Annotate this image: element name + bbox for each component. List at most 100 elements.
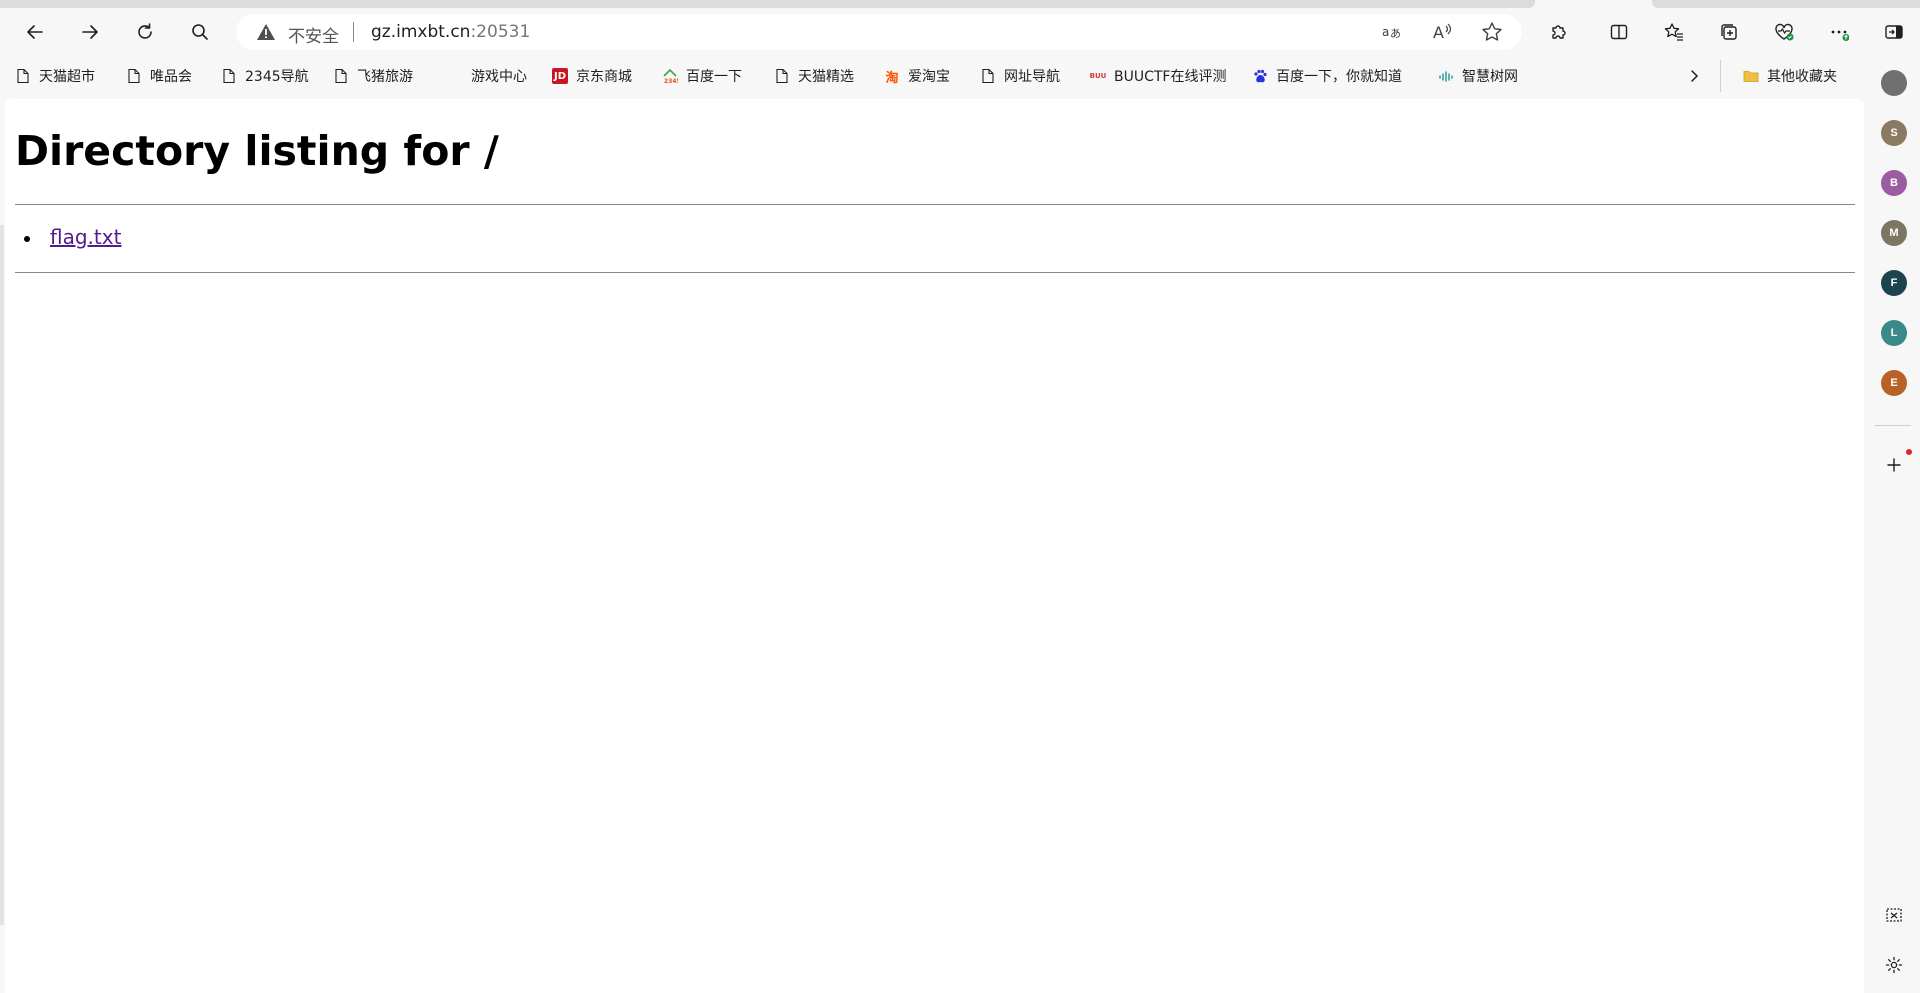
notification-dot	[1906, 449, 1912, 455]
sidebar-app-e[interactable]: E	[1881, 370, 1907, 396]
svg-text:A: A	[1433, 23, 1444, 42]
plus-icon	[1887, 458, 1901, 472]
page-content: Directory listing for / flag.txt	[5, 99, 1864, 993]
collections-icon	[1721, 24, 1737, 40]
sidebar-divider	[1875, 425, 1911, 426]
browser-essentials-button[interactable]	[1766, 16, 1802, 48]
heart-pulse-icon	[1775, 23, 1794, 41]
back-arrow-icon	[27, 25, 43, 39]
url-port: :20531	[470, 22, 531, 42]
svg-text:2345: 2345	[664, 78, 678, 84]
search-icon	[192, 24, 208, 40]
bookmark-item[interactable]: 唯品会	[126, 64, 192, 88]
add-sidebar-app-button[interactable]	[1881, 452, 1907, 478]
gear-icon	[1885, 956, 1903, 974]
page-icon	[774, 68, 790, 84]
bookmark-item[interactable]: JD 京东商城	[552, 64, 632, 88]
bookmark-item[interactable]: 天猫超市	[15, 64, 95, 88]
other-favorites-folder[interactable]: 其他收藏夹	[1743, 64, 1837, 88]
translate-button[interactable]: aあ	[1381, 21, 1403, 43]
read-aloud-icon: A	[1433, 23, 1452, 42]
page-icon	[15, 68, 31, 84]
bookmarks-divider	[1720, 60, 1721, 92]
svg-text:あ: あ	[1390, 27, 1401, 40]
window-edge	[0, 225, 4, 925]
sidebar-app-s[interactable]: S	[1881, 120, 1907, 146]
list-item: flag.txt	[23, 225, 121, 249]
bookmark-label: BUUCTF在线评测	[1114, 69, 1227, 85]
bookmark-item[interactable]: 网址导航	[980, 64, 1060, 88]
address-bar[interactable]: 不安全 gz.imxbt.cn:20531 aあ A	[236, 14, 1522, 50]
read-aloud-button[interactable]: A	[1431, 21, 1453, 43]
bookmark-item[interactable]: 淘 爱淘宝	[884, 64, 950, 88]
collections-button[interactable]	[1711, 16, 1747, 48]
settings-more-button[interactable]	[1821, 16, 1857, 48]
sidebar-app-b[interactable]: B	[1881, 170, 1907, 196]
extensions-button[interactable]	[1541, 16, 1577, 48]
back-button[interactable]	[17, 16, 53, 48]
refresh-icon	[138, 23, 152, 39]
favorite-star-button[interactable]	[1481, 21, 1503, 43]
star-icon	[1482, 22, 1502, 41]
bookmark-item[interactable]: BUU BUUCTF在线评测	[1089, 64, 1227, 88]
bookmark-item[interactable]: 百度一下，你就知道	[1252, 64, 1402, 88]
sidebar-toggle-button[interactable]	[1876, 16, 1912, 48]
bookmark-label: 百度一下，你就知道	[1276, 69, 1402, 85]
bookmark-label: 飞猪旅游	[357, 69, 413, 85]
screenshot-button[interactable]	[1881, 902, 1907, 928]
bookmark-label: 唯品会	[150, 69, 192, 85]
split-screen-icon	[1610, 24, 1628, 40]
bookmarks-bar: 天猫超市 唯品会 2345导航 飞猪旅游 游戏中心 JD 京东商城 2345 百…	[0, 60, 1880, 92]
sidebar-app-f[interactable]: F	[1881, 270, 1907, 296]
sidebar-toggle-icon	[1885, 25, 1903, 39]
file-link[interactable]: flag.txt	[50, 225, 121, 249]
folder-icon	[1743, 68, 1759, 84]
bookmark-item[interactable]: 飞猪旅游	[333, 64, 413, 88]
directory-list: flag.txt	[23, 225, 121, 249]
divider	[15, 204, 1855, 205]
buuctf-icon: BUU	[1089, 72, 1107, 80]
tab-strip	[0, 0, 1920, 8]
bookmark-item[interactable]: 天猫精选	[774, 64, 854, 88]
bookmarks-overflow-button[interactable]	[1686, 64, 1702, 88]
search-button[interactable]	[182, 16, 218, 48]
bookmark-label: 网址导航	[1004, 69, 1060, 85]
page-icon	[333, 68, 349, 84]
bookmark-label: 智慧树网	[1462, 69, 1518, 85]
screenshot-icon	[1886, 908, 1902, 922]
security-status-label[interactable]: 不安全	[288, 22, 339, 47]
bookmark-item[interactable]: 游戏中心	[447, 64, 527, 88]
refresh-button[interactable]	[127, 16, 163, 48]
divider	[15, 272, 1855, 273]
page-icon	[980, 68, 996, 84]
sidebar-app-l[interactable]: L	[1881, 320, 1907, 346]
jd-icon: JD	[552, 68, 568, 84]
bookmark-item[interactable]: 2345 百度一下	[662, 64, 742, 88]
page-icon	[126, 68, 142, 84]
profile-avatar[interactable]	[1881, 70, 1907, 96]
warning-icon[interactable]	[256, 23, 276, 41]
forward-button[interactable]	[72, 16, 108, 48]
browser-toolbar: 不安全 gz.imxbt.cn:20531 aあ A	[0, 8, 1920, 56]
tab-strip-bar[interactable]	[0, 0, 1535, 8]
blank-icon	[447, 68, 463, 84]
bookmark-label: 爱淘宝	[908, 69, 950, 85]
bookmark-label: 百度一下	[686, 69, 742, 85]
sidebar-settings-button[interactable]	[1881, 952, 1907, 978]
forward-arrow-icon	[82, 25, 98, 39]
bookmark-label: 天猫超市	[39, 69, 95, 85]
bookmark-label: 其他收藏夹	[1767, 69, 1837, 85]
chevron-right-icon	[1691, 70, 1699, 82]
right-sidebar: S B M F L E	[1866, 56, 1920, 993]
url-text[interactable]: gz.imxbt.cn:20531	[371, 22, 530, 42]
tab-strip-bar-right[interactable]	[1652, 0, 1920, 8]
bookmark-item[interactable]: 2345导航	[221, 64, 309, 88]
bookmark-label: 天猫精选	[798, 69, 854, 85]
sidebar-app-m[interactable]: M	[1881, 220, 1907, 246]
split-screen-button[interactable]	[1601, 16, 1637, 48]
2345-house-icon: 2345	[662, 68, 678, 84]
favorites-list-icon	[1664, 23, 1683, 41]
bookmark-item[interactable]: 智慧树网	[1438, 64, 1518, 88]
more-dots-icon	[1831, 30, 1849, 41]
favorites-button[interactable]	[1656, 16, 1692, 48]
